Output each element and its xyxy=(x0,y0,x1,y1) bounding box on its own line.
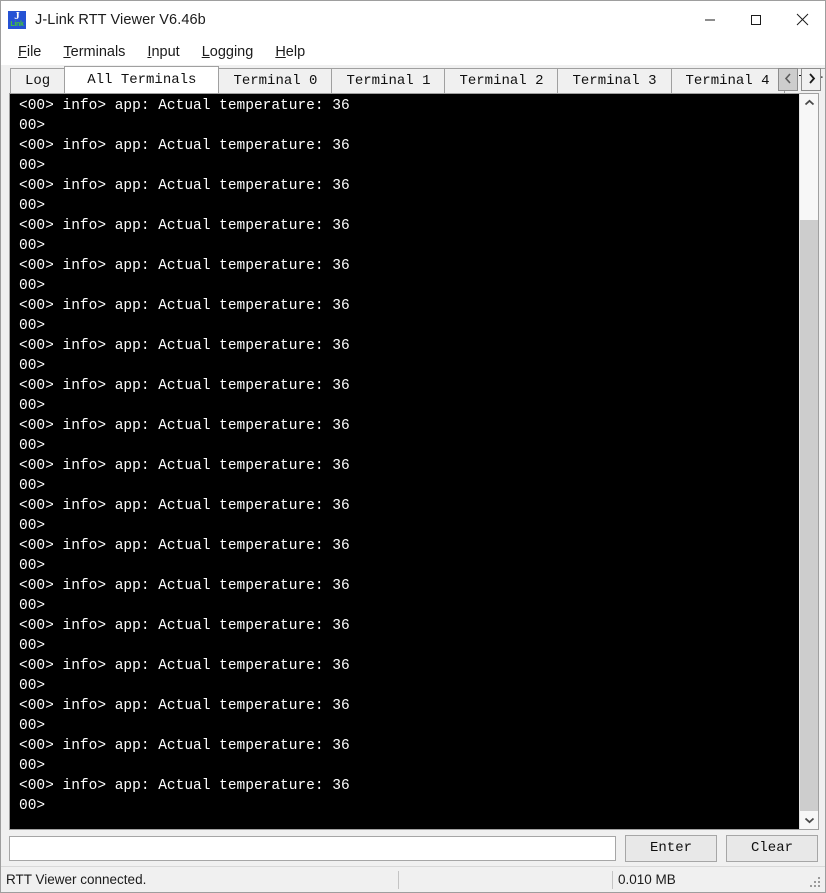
terminal-line: <00> info> app: Actual temperature: 36 xyxy=(19,458,350,474)
scroll-up-button[interactable] xyxy=(800,94,818,112)
terminal-line: <00> info> app: Actual temperature: 36 xyxy=(19,418,350,434)
terminal-panel: <00> info> app: Actual temperature: 36 00… xyxy=(9,93,819,830)
terminal-line: 00> xyxy=(19,438,46,454)
tab-label: Terminal 3 xyxy=(572,73,657,89)
terminal-line: 00> xyxy=(19,558,46,574)
maximize-button[interactable] xyxy=(733,1,779,38)
terminal-output[interactable]: <00> info> app: Actual temperature: 36 00… xyxy=(10,94,799,829)
scrollbar-thumb[interactable] xyxy=(800,220,818,811)
terminal-line: 00> xyxy=(19,118,46,134)
tab-terminal-1[interactable]: Terminal 1 xyxy=(331,68,446,93)
terminal-line: 00> xyxy=(19,198,46,214)
terminal-line: <00> info> app: Actual temperature: 36 xyxy=(19,658,350,674)
terminal-line: 00> xyxy=(19,718,46,734)
terminal-line: <00> info> app: Actual temperature: 36 xyxy=(19,698,350,714)
clear-button[interactable]: Clear xyxy=(726,834,818,862)
window-controls xyxy=(687,1,825,38)
terminal-line: <00> info> app: Actual temperature: 36 xyxy=(19,178,350,194)
chevron-up-icon xyxy=(804,94,815,112)
minimize-icon xyxy=(704,14,716,26)
tab-terminal-2[interactable]: Terminal 2 xyxy=(444,68,559,93)
terminal-line: <00> info> app: Actual temperature: 36 xyxy=(19,298,350,314)
resize-grip[interactable] xyxy=(810,877,822,889)
menu-item-file[interactable]: File xyxy=(9,42,50,62)
tab-terminal-4[interactable]: Terminal 4 xyxy=(670,68,785,93)
terminal-line: <00> info> app: Actual temperature: 36 xyxy=(19,218,350,234)
chevron-left-icon xyxy=(784,71,793,89)
terminal-line: 00> xyxy=(19,158,46,174)
command-input[interactable] xyxy=(9,835,616,861)
terminal-line: <00> info> app: Actual temperature: 36 xyxy=(19,498,350,514)
terminal-line: 00> xyxy=(19,678,46,694)
terminal-line: <00> info> app: Actual temperature: 36 xyxy=(19,138,350,154)
tab-bar: Log All Terminals Terminal 0 Terminal 1 Term… xyxy=(1,65,825,93)
title-bar: J Link J-Link RTT Viewer V6.46b xyxy=(1,1,825,38)
terminal-line: <00> info> app: Actual temperature: 36 xyxy=(19,618,350,634)
terminal-line: <00> info> app: Actual temperature: 36 xyxy=(19,738,350,754)
menu-item-input[interactable]: Input xyxy=(138,42,188,62)
status-divider-1 xyxy=(398,870,399,889)
tab-terminal-0[interactable]: Terminal 0 xyxy=(218,68,333,93)
status-message: RTT Viewer connected. xyxy=(6,872,147,887)
terminal-line: <00> info> app: Actual temperature: 36 xyxy=(19,258,350,274)
terminal-line: <00> info> app: Actual temperature: 36 xyxy=(19,538,350,554)
terminal-line: <00> info> app: Actual temperature: 36 xyxy=(19,378,350,394)
window-title: J-Link RTT Viewer V6.46b xyxy=(35,11,206,28)
tab-label: Terminal 2 xyxy=(459,73,544,89)
terminal-line: <00> info> app: Actual temperature: 36 xyxy=(19,778,350,794)
terminal-line: 00> xyxy=(19,598,46,614)
menu-item-help[interactable]: Help xyxy=(266,42,314,62)
tab-terminal-3[interactable]: Terminal 3 xyxy=(557,68,672,93)
terminal-line: 00> xyxy=(19,398,46,414)
tab-log[interactable]: Log xyxy=(10,68,66,93)
terminal-line: 00> xyxy=(19,518,46,534)
terminal-line: 00> xyxy=(19,358,46,374)
terminal-line: 00> xyxy=(19,798,46,814)
tab-label: Log xyxy=(25,73,51,89)
tab-all-terminals[interactable]: All Terminals xyxy=(64,66,220,93)
tab-label: Terminal 0 xyxy=(233,73,318,89)
jlink-logo-icon: J Link xyxy=(8,10,26,29)
app-window: J Link J-Link RTT Viewer V6.46b File Ter… xyxy=(0,0,826,893)
status-data-size: 0.010 MB xyxy=(618,872,676,887)
terminal-line: 00> xyxy=(19,758,46,774)
terminal-line: <00> info> app: Actual temperature: 36 xyxy=(19,338,350,354)
terminal-line: <00> info> app: Actual temperature: 36 xyxy=(19,578,350,594)
tab-label: All Terminals xyxy=(87,72,197,88)
enter-button[interactable]: Enter xyxy=(625,834,717,862)
terminal-line: 00> xyxy=(19,478,46,494)
terminal-line: 00> xyxy=(19,238,46,254)
terminal-line: 00> xyxy=(19,318,46,334)
menu-item-terminals[interactable]: Terminals xyxy=(54,42,134,62)
menu-item-logging[interactable]: Logging xyxy=(193,42,263,62)
close-icon xyxy=(796,13,809,26)
status-bar: RTT Viewer connected. 0.010 MB xyxy=(1,866,825,892)
chevron-down-icon xyxy=(804,811,815,829)
close-button[interactable] xyxy=(779,1,825,38)
tab-scroll-right-button[interactable] xyxy=(801,68,821,91)
tab-label: Terminal 1 xyxy=(346,73,431,89)
command-input-row: Enter Clear xyxy=(1,830,825,866)
terminal-line: 00> xyxy=(19,278,46,294)
tab-label: Terminal 4 xyxy=(685,73,770,89)
scrollbar-track[interactable] xyxy=(800,112,818,811)
menu-bar: File Terminals Input Logging Help xyxy=(1,38,825,65)
tab-scroll-controls xyxy=(778,68,821,91)
chevron-right-icon xyxy=(807,71,816,89)
terminal-vertical-scrollbar[interactable] xyxy=(799,94,818,829)
tab-scroll-left-button[interactable] xyxy=(778,68,798,91)
maximize-icon xyxy=(750,14,762,26)
terminal-line: 00> xyxy=(19,638,46,654)
terminal-line: <00> info> app: Actual temperature: 36 xyxy=(19,98,350,114)
scroll-down-button[interactable] xyxy=(800,811,818,829)
minimize-button[interactable] xyxy=(687,1,733,38)
